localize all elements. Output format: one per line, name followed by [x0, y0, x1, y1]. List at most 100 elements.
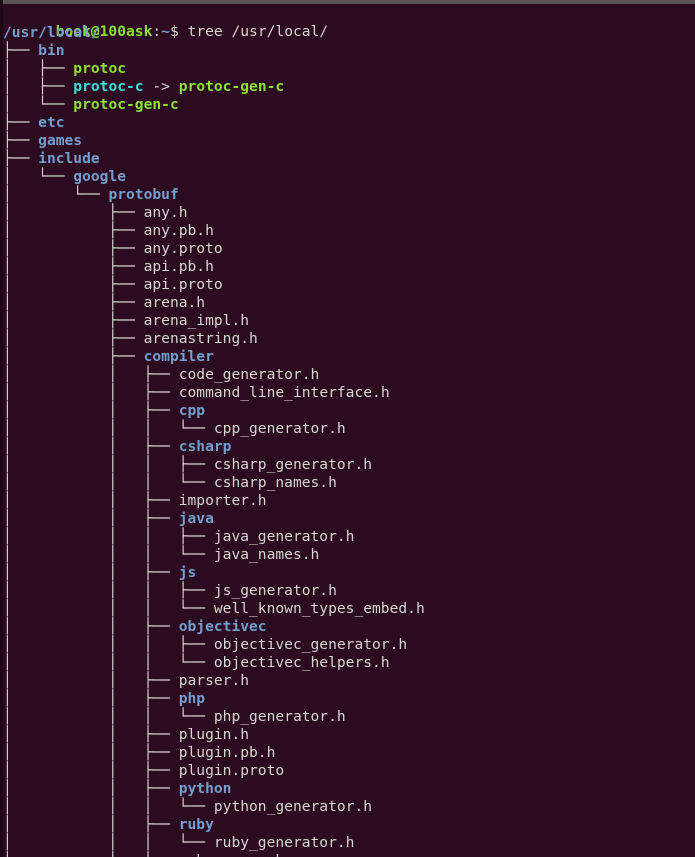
tree-branch-glyph: │ ├── — [3, 240, 144, 257]
tree-line: ├── bin — [3, 42, 695, 60]
tree-branch-glyph: │ ├── — [3, 258, 144, 275]
tree-line: │ └── protoc-gen-c — [3, 96, 695, 114]
tree-branch-glyph: │ └── — [3, 168, 74, 185]
tree-line: │ │ ├── plugin.h — [3, 726, 695, 744]
tree-entry-file: any.proto — [143, 240, 223, 257]
tree-branch-glyph: ├── — [3, 132, 39, 149]
symlink-target: protoc-gen-c — [178, 78, 285, 95]
tree-branch-glyph: │ │ ├── — [3, 762, 179, 779]
tree-entry-file: importer.h — [178, 492, 267, 509]
tree-branch-glyph: │ │ │ └── — [3, 798, 214, 815]
tree-entry-file: ruby_generator.h — [213, 834, 355, 851]
tree-entry-file: any.h — [143, 204, 188, 221]
tree-branch-glyph: │ │ │ └── — [3, 546, 214, 563]
prompt-colon: : — [152, 23, 162, 40]
tree-line: │ ├── arenastring.h — [3, 330, 695, 348]
tree-entry-file: objectivec_generator.h — [213, 636, 408, 653]
tree-line: ├── etc — [3, 114, 695, 132]
tree-line: │ │ ├── java — [3, 510, 695, 528]
tree-entry-file: cpp_generator.h — [213, 420, 346, 437]
tree-branch-glyph: │ │ ├── — [3, 816, 179, 833]
tree-entry-dir: google — [73, 168, 127, 185]
tree-entry-file: arena_impl.h — [143, 312, 250, 329]
tree-branch-glyph: │ │ ├── — [3, 780, 179, 797]
tree-line: │ │ │ └── php_generator.h — [3, 708, 695, 726]
tree-branch-glyph: ├── — [3, 42, 39, 59]
tree-branch-glyph: │ ├── — [3, 294, 144, 311]
tree-entry-file: well_known_types_embed.h — [213, 600, 425, 617]
tree-entry-file: php_generator.h — [213, 708, 346, 725]
tree-entry-dir: protobuf — [108, 186, 179, 203]
tree-line: │ │ ├── csharp — [3, 438, 695, 456]
tree-entry-file: csharp_generator.h — [213, 456, 373, 473]
tree-entry-file: parser.h — [178, 672, 250, 689]
prompt-line: book@100ask:~$ tree /usr/local/ — [3, 5, 695, 40]
tree-entry-root: /usr/local/ — [3, 24, 100, 41]
prompt-command: tree /usr/local/ — [178, 23, 329, 40]
tree-branch-glyph: │ ├── — [3, 60, 74, 77]
prompt-sigil: $ — [169, 23, 179, 40]
tree-line: │ │ │ ├── java_generator.h — [3, 528, 695, 546]
terminal-screen[interactable]: book@100ask:~$ tree /usr/local/ /usr/loc… — [3, 4, 695, 857]
tree-entry-dir: cpp — [178, 402, 206, 419]
tree-line: │ ├── any.pb.h — [3, 222, 695, 240]
tree-branch-glyph: │ │ ├── — [3, 852, 179, 857]
tree-entry-dir: include — [38, 150, 100, 167]
tree-line: │ │ ├── subprocess.h — [3, 852, 695, 857]
tree-branch-glyph: │ │ ├── — [3, 564, 179, 581]
tree-branch-glyph: │ │ │ └── — [3, 654, 214, 671]
tree-line: │ │ │ ├── objectivec_generator.h — [3, 636, 695, 654]
tree-branch-glyph: │ │ │ ├── — [3, 528, 214, 545]
tree-line: │ └── google — [3, 168, 695, 186]
tree-branch-glyph: │ │ ├── — [3, 744, 179, 761]
tree-output: /usr/local/├── bin │ ├── protoc │ ├── prot… — [3, 24, 695, 857]
terminal-window[interactable]: book@100ask:~$ tree /usr/local/ /usr/loc… — [0, 0, 695, 857]
tree-entry-dir: js — [178, 564, 197, 581]
tree-line: │ │ │ └── ruby_generator.h — [3, 834, 695, 852]
tree-line: │ │ ├── parser.h — [3, 672, 695, 690]
tree-entry-file: api.proto — [143, 276, 223, 293]
tree-entry-file: csharp_names.h — [213, 474, 337, 491]
tree-branch-glyph: │ │ ├── — [3, 492, 179, 509]
tree-branch-glyph: ├── — [3, 150, 39, 167]
symlink-arrow: -> — [143, 78, 179, 95]
tree-entry-dir: ruby — [178, 816, 214, 833]
tree-line: │ │ ├── code_generator.h — [3, 366, 695, 384]
tree-line: │ │ ├── python — [3, 780, 695, 798]
tree-line: │ ├── compiler — [3, 348, 695, 366]
tree-branch-glyph: │ │ │ └── — [3, 600, 214, 617]
tree-entry-dir: php — [178, 690, 206, 707]
tree-entry-file: python_generator.h — [213, 798, 373, 815]
tree-entry-dir: bin — [38, 42, 65, 59]
tree-entry-file: plugin.proto — [178, 762, 285, 779]
tree-line: ├── games — [3, 132, 695, 150]
tree-entry-dir: objectivec — [178, 618, 267, 635]
tree-line: │ ├── any.proto — [3, 240, 695, 258]
tree-branch-glyph: │ │ ├── — [3, 438, 179, 455]
tree-branch-glyph: │ │ ├── — [3, 402, 179, 419]
tree-line: │ ├── api.proto — [3, 276, 695, 294]
tree-branch-glyph: │ │ ├── — [3, 690, 179, 707]
tree-line: │ │ │ └── java_names.h — [3, 546, 695, 564]
tree-entry-dir: compiler — [143, 348, 214, 365]
tree-branch-glyph: │ │ │ ├── — [3, 582, 214, 599]
tree-branch-glyph: │ │ ├── — [3, 618, 179, 635]
tree-entry-file: arenastring.h — [143, 330, 258, 347]
tree-branch-glyph: │ │ ├── — [3, 384, 179, 401]
tree-entry-file: api.pb.h — [143, 258, 214, 275]
tree-line: │ ├── api.pb.h — [3, 258, 695, 276]
tree-line: │ │ ├── importer.h — [3, 492, 695, 510]
tree-branch-glyph: │ │ │ └── — [3, 474, 214, 491]
tree-entry-dir: csharp — [178, 438, 232, 455]
tree-entry-exec: protoc-gen-c — [73, 96, 179, 113]
tree-entry-file: plugin.h — [178, 726, 250, 743]
tree-branch-glyph: │ └── — [3, 96, 74, 113]
tree-line: │ │ │ ├── js_generator.h — [3, 582, 695, 600]
tree-line: │ └── protobuf — [3, 186, 695, 204]
tree-line: │ │ │ └── objectivec_helpers.h — [3, 654, 695, 672]
tree-entry-file: arena.h — [143, 294, 206, 311]
tree-entry-file: command_line_interface.h — [178, 384, 390, 401]
tree-line: │ │ ├── command_line_interface.h — [3, 384, 695, 402]
tree-entry-file: js_generator.h — [213, 582, 337, 599]
tree-entry-file: any.pb.h — [143, 222, 214, 239]
